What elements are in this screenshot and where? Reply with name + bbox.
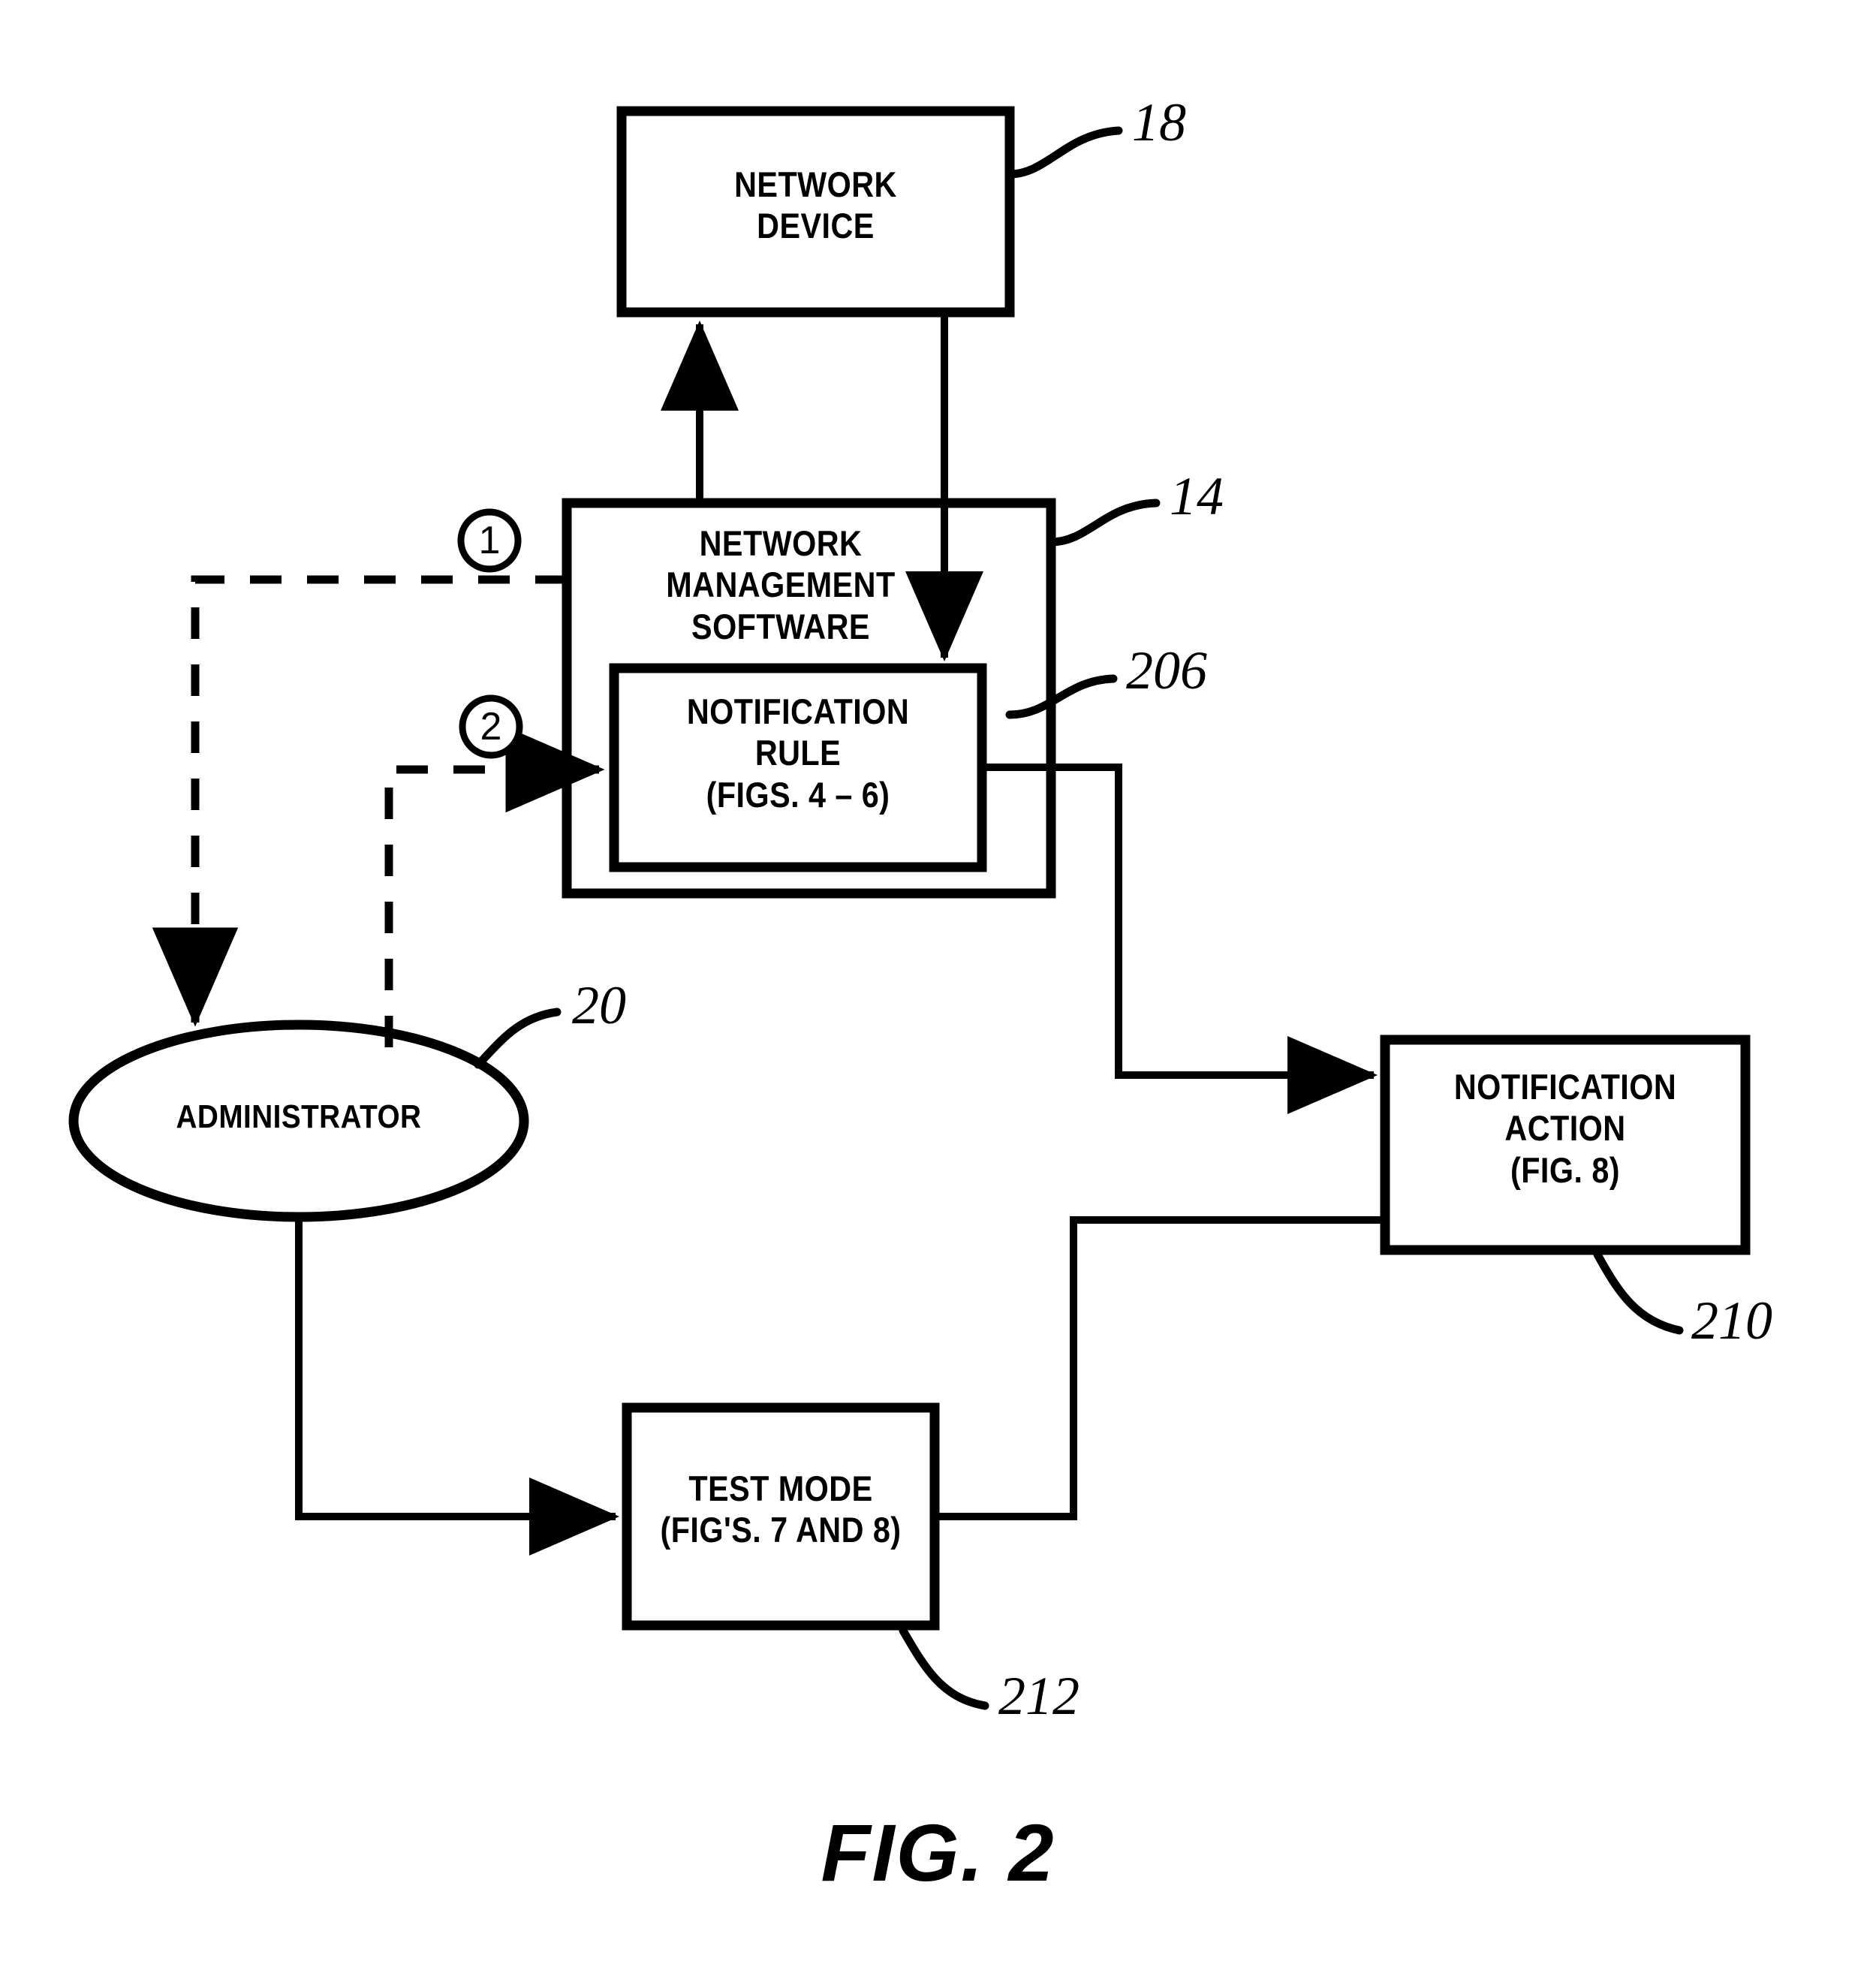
patent-figure-page: NETWORK DEVICE NETWORK MANAGEMENT SOFTWA… (0, 0, 1876, 1985)
notification-rule-box (609, 663, 987, 872)
leader-line-210 (1593, 1250, 1684, 1335)
diagram-canvas (68, 106, 1751, 1710)
network-device-box (616, 106, 1015, 318)
leader-line-14 (1046, 499, 1161, 547)
administrator-ellipse (68, 1020, 529, 1222)
test-mode-box (622, 1402, 940, 1631)
leader-line-18 (1005, 126, 1123, 179)
reference-numeral-14: 14 (1170, 466, 1224, 526)
step-marker-1-number: 1 (478, 519, 501, 562)
reference-numeral-206: 206 (1126, 640, 1207, 700)
connector-administrator-to-test-mode (295, 1217, 619, 1556)
figure-caption: FIG. 2 (821, 1807, 1055, 1898)
reference-numeral-212: 212 (998, 1666, 1080, 1726)
connector-step1-nms-to-administrator (152, 575, 567, 1027)
reference-numeral-20: 20 (572, 975, 626, 1035)
reference-numeral-18: 18 (1132, 92, 1186, 152)
leader-line-212 (899, 1626, 989, 1710)
step-marker-2-number: 2 (480, 705, 502, 749)
connector-test-mode-to-notification-action (935, 1216, 1385, 1520)
leader-line-20 (474, 1008, 562, 1069)
notification-action-box (1380, 1035, 1751, 1255)
reference-numeral-210: 210 (1691, 1291, 1772, 1351)
